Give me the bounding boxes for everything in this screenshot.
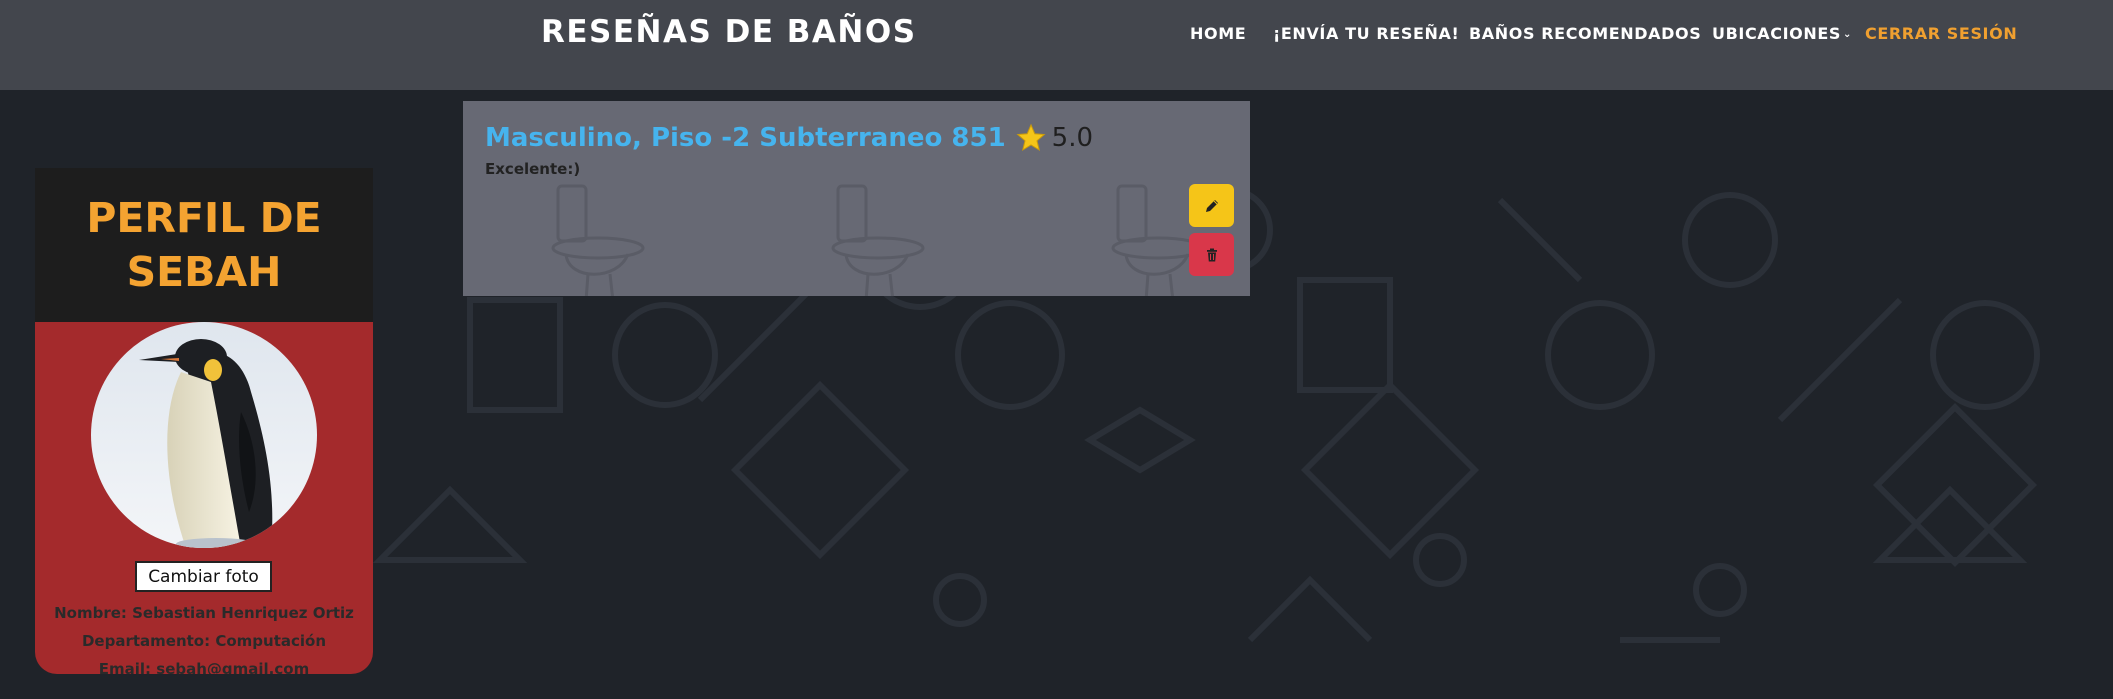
trash-icon — [1206, 248, 1217, 261]
profile-department: Departamento: Computación — [81, 632, 327, 650]
profile-header: PERFIL DE SEBAH — [35, 168, 373, 322]
profile-email: Email: sebah@gmail.com — [98, 660, 310, 674]
delete-review-button[interactable] — [1189, 233, 1234, 276]
review-card: Masculino, Piso -2 Subterraneo 851 5.0 E… — [463, 101, 1250, 296]
star-icon — [1016, 123, 1046, 152]
nav-locations[interactable]: UBICACIONES ⌄ — [1712, 24, 1852, 43]
review-comment: Excelente:) — [485, 160, 581, 178]
review-place[interactable]: Masculino, Piso -2 Subterraneo 851 — [485, 123, 1006, 153]
penguin-photo — [91, 322, 317, 548]
review-title: Masculino, Piso -2 Subterraneo 851 5.0 — [485, 123, 1093, 153]
review-rating: 5.0 — [1051, 123, 1094, 153]
profile-title: PERFIL DE SEBAH — [86, 194, 322, 296]
main-nav: HOME ¡ENVÍA TU RESEÑA! BAÑOS RECOMENDADO… — [0, 24, 2113, 48]
edit-review-button[interactable] — [1189, 184, 1234, 227]
nav-recommended[interactable]: BAÑOS RECOMENDADOS — [1469, 24, 1701, 43]
avatar — [91, 322, 317, 548]
nav-home[interactable]: HOME — [1190, 24, 1246, 43]
pencil-icon — [1205, 199, 1218, 212]
change-photo-button[interactable]: Cambiar foto — [135, 561, 272, 592]
profile-name: Nombre: Sebastian Henriquez Ortiz — [54, 604, 354, 622]
chevron-down-icon: ⌄ — [1843, 29, 1852, 40]
profile-card: PERFIL DE SEBAH Cambiar foto Nombre: Seb… — [35, 168, 373, 674]
profile-body: Cambiar foto Nombre: Sebastian Henriquez… — [35, 322, 373, 674]
nav-send-review[interactable]: ¡ENVÍA TU RESEÑA! — [1273, 24, 1459, 43]
top-navbar: RESEÑAS DE BAÑOS HOME ¡ENVÍA TU RESEÑA! … — [0, 0, 2113, 90]
nav-logout[interactable]: CERRAR SESIÓN — [1865, 24, 2017, 43]
nav-locations-label: UBICACIONES — [1712, 24, 1842, 43]
